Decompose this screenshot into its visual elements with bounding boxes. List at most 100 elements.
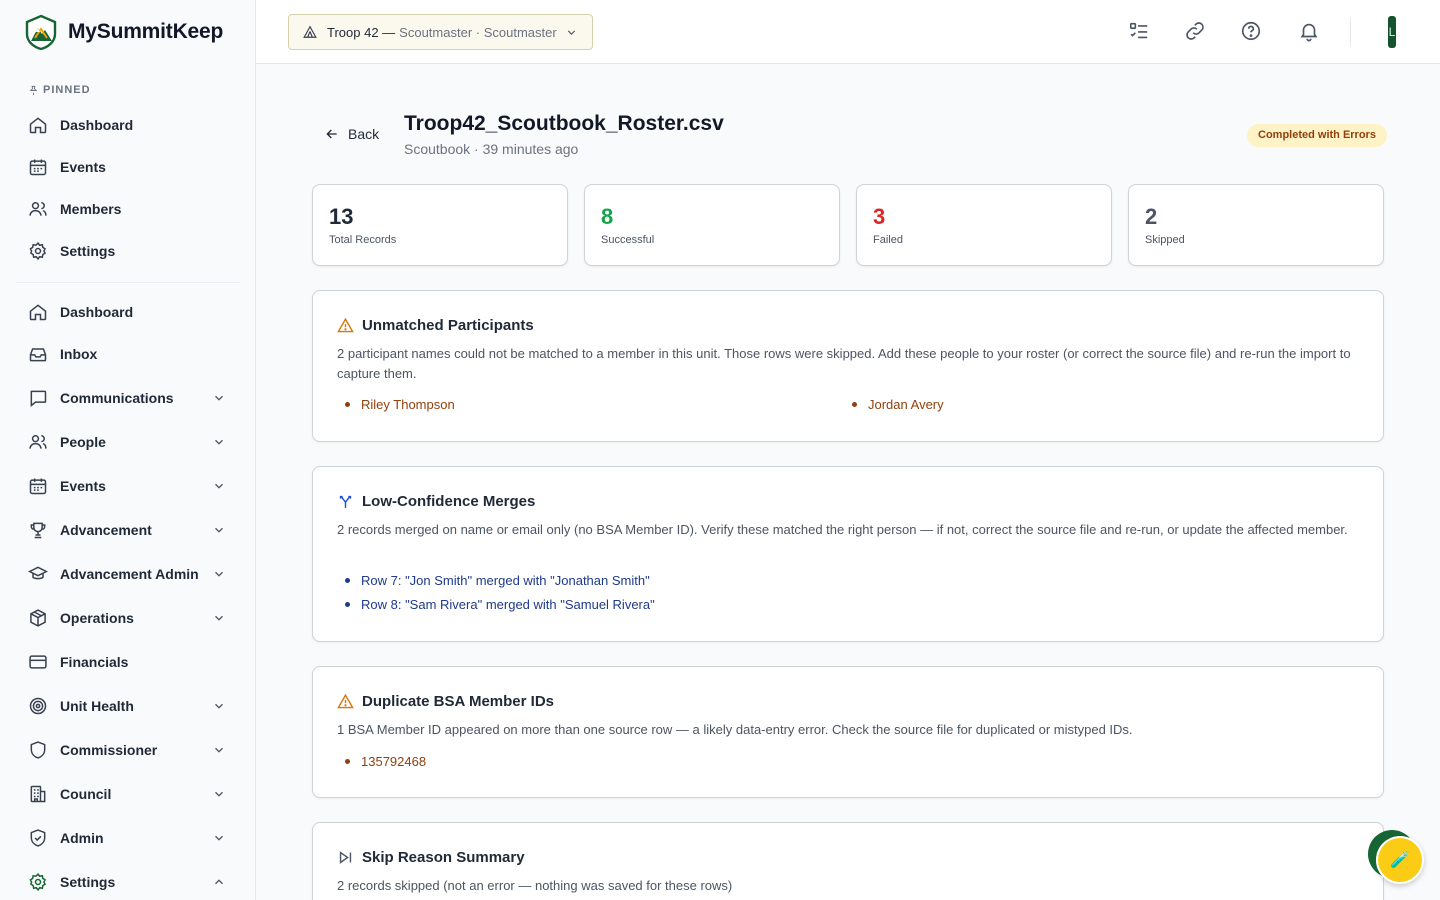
pinned-item-settings[interactable]: Settings: [16, 233, 240, 269]
chevron-up-icon: [215, 879, 223, 885]
sidebar-item-label: Admin: [60, 830, 104, 846]
home-icon: [28, 302, 48, 322]
file-meta: Scoutbook · 39 minutes ago: [404, 141, 579, 157]
sidebar-item-dashboard[interactable]: Dashboard: [16, 294, 240, 330]
low-confidence-merges-card: Low-Confidence Merges 2 records merged o…: [312, 466, 1384, 642]
link-icon[interactable]: [1184, 20, 1206, 42]
sidebar-item-commissioner[interactable]: Commissioner: [16, 732, 240, 768]
sidebar-item-label: Advancement Admin: [60, 566, 199, 582]
sidebar-item-label: Inbox: [60, 346, 98, 362]
test-tube-fab[interactable]: 🧪: [1376, 836, 1424, 884]
unit-role: Scoutmaster · Scoutmaster: [399, 24, 557, 40]
sidebar-item-settings[interactable]: Settings: [16, 864, 240, 900]
pinned-item-events[interactable]: Events: [16, 149, 240, 185]
sidebar-item-label: Dashboard: [60, 304, 134, 320]
stat-label: Skipped: [1145, 234, 1185, 246]
back-button[interactable]: Back: [324, 126, 379, 142]
chevron-down-icon: [215, 395, 223, 401]
toolbar-separator: [1350, 18, 1351, 46]
shield-check-icon: [28, 828, 48, 848]
duplicate-ids-card: Duplicate BSA Member IDs 1 BSA Member ID…: [312, 666, 1384, 798]
sidebar-item-label: Events: [60, 478, 106, 494]
sidebar-item-label: Commissioner: [60, 742, 158, 758]
unmatched-name: Riley Thompson: [345, 397, 455, 412]
unit-selector[interactable]: Troop 42 — Scoutmaster · Scoutmaster: [288, 14, 593, 50]
sidebar-divider: [16, 282, 240, 283]
sidebar-item-label: Operations: [60, 610, 134, 626]
sidebar-item-people[interactable]: People: [16, 424, 240, 460]
avatar[interactable]: L: [1388, 16, 1396, 48]
merge-row[interactable]: Row 7: "Jon Smith" merged with "Jonathan…: [345, 573, 650, 588]
card-title: Duplicate BSA Member IDs: [362, 693, 554, 710]
calendar-icon: [28, 476, 48, 496]
card-description: 2 records merged on name or email only (…: [337, 522, 1348, 537]
sidebar-item-admin[interactable]: Admin: [16, 820, 240, 856]
sidebar: MySummitKeep PINNED Dashboard Events Mem…: [0, 0, 256, 900]
warning-icon: [337, 693, 354, 709]
chevron-down-icon: [215, 615, 223, 621]
card-header: Skip Reason Summary: [337, 849, 525, 866]
chevron-down-icon: [567, 30, 576, 35]
card-header: Low-Confidence Merges: [337, 493, 535, 510]
pin-icon: [29, 85, 38, 95]
card-title: Unmatched Participants: [362, 317, 534, 334]
card-description: 2 participant names could not be matched…: [337, 346, 1351, 381]
sidebar-item-advancement[interactable]: Advancement: [16, 512, 240, 548]
stat-value: 13: [329, 204, 354, 229]
sidebar-item-advancement-admin[interactable]: Advancement Admin: [16, 556, 240, 592]
sidebar-item-financials[interactable]: Financials: [16, 644, 240, 680]
brand[interactable]: MySummitKeep: [24, 14, 223, 50]
top-bar: Troop 42 — Scoutmaster · Scoutmaster L: [256, 0, 1440, 64]
pinned-item-label: Members: [60, 201, 122, 217]
stat-label: Total Records: [329, 234, 397, 246]
sidebar-item-operations[interactable]: Operations: [16, 600, 240, 636]
card-header: Unmatched Participants: [337, 317, 534, 334]
chat-icon: [28, 388, 48, 408]
pinned-item-label: Settings: [60, 243, 116, 259]
users-icon: [28, 199, 48, 219]
inbox-icon: [28, 344, 48, 364]
chevron-down-icon: [215, 483, 223, 489]
calendar-icon: [28, 157, 48, 177]
sidebar-item-communications[interactable]: Communications: [16, 380, 240, 416]
page-title: Troop42_Scoutbook_Roster.csv: [404, 112, 724, 135]
chevron-down-icon: [215, 527, 223, 533]
status-badge: Completed with Errors: [1247, 124, 1387, 147]
graduation-cap-icon: [28, 564, 48, 584]
chevron-down-icon: [215, 747, 223, 753]
card-header: Duplicate BSA Member IDs: [337, 693, 554, 710]
stat-label: Successful: [601, 234, 655, 246]
sidebar-item-label: Unit Health: [60, 698, 134, 714]
pinned-item-members[interactable]: Members: [16, 191, 240, 227]
main-content: Back Troop42_Scoutbook_Roster.csv Scoutb…: [256, 64, 1440, 900]
shield-icon: [28, 740, 48, 760]
card-title: Low-Confidence Merges: [362, 493, 536, 510]
duplicate-id: 135792468: [345, 754, 426, 769]
skip-reason-card: Skip Reason Summary 2 records skipped (n…: [312, 822, 1384, 900]
merge-row[interactable]: Row 8: "Sam Rivera" merged with "Samuel …: [345, 597, 655, 612]
sidebar-item-events[interactable]: Events: [16, 468, 240, 504]
chevron-down-icon: [215, 791, 223, 797]
chevron-down-icon: [215, 439, 223, 445]
pinned-item-label: Dashboard: [60, 117, 134, 133]
mountain-logo-icon: [25, 14, 57, 50]
sidebar-item-unit-health[interactable]: Unit Health: [16, 688, 240, 724]
stat-label: Failed: [873, 234, 903, 246]
unmatched-participants-card: Unmatched Participants 2 participant nam…: [312, 290, 1384, 442]
test-tube-icon: 🧪: [1390, 852, 1410, 869]
brand-name: MySummitKeep: [68, 20, 224, 43]
stat-failed: 3 Failed: [856, 184, 1112, 266]
stat-successful: 8 Successful: [584, 184, 840, 266]
checklist-icon[interactable]: [1128, 20, 1150, 42]
sidebar-item-label: Council: [60, 786, 112, 802]
stat-value: 2: [1145, 204, 1158, 229]
gear-icon: [28, 241, 48, 261]
sidebar-item-inbox[interactable]: Inbox: [16, 336, 240, 372]
trophy-icon: [28, 520, 48, 540]
pinned-item-dashboard[interactable]: Dashboard: [16, 107, 240, 143]
help-icon[interactable]: [1240, 20, 1262, 42]
back-label: Back: [348, 126, 380, 142]
bell-icon[interactable]: [1298, 20, 1320, 42]
chevron-down-icon: [215, 835, 223, 841]
sidebar-item-council[interactable]: Council: [16, 776, 240, 812]
